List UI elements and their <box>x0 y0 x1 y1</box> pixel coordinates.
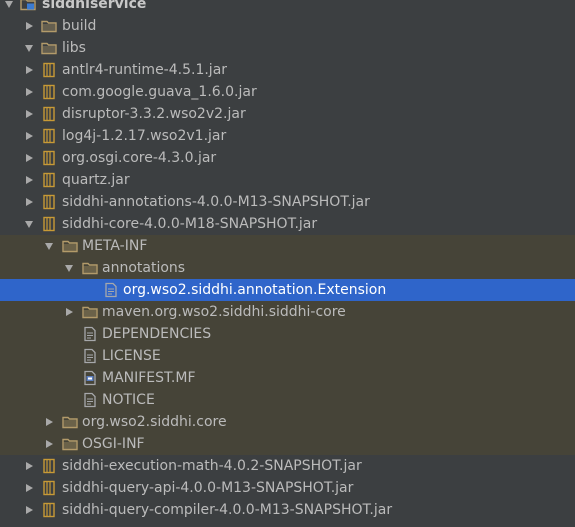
tree-node-label: antlr4-runtime-4.5.1.jar <box>62 62 228 78</box>
tree-node-label: META-INF <box>82 238 148 254</box>
tree-node-label: siddhi-execution-math-4.0.2-SNAPSHOT.jar <box>62 458 362 474</box>
tree-node-org-wso2-siddhi-core[interactable]: org.wso2.siddhi.core <box>0 411 575 433</box>
project-tree[interactable]: siddhiservice build libs antlr4-runtime-4.5… <box>0 0 575 527</box>
tree-node-label: siddhi-core-4.0.0-M18-SNAPSHOT.jar <box>62 216 318 232</box>
expand-arrow-right-icon[interactable] <box>62 301 76 323</box>
jar-icon <box>41 216 57 232</box>
tree-node-label: siddhiservice <box>42 0 147 12</box>
folder-icon <box>82 304 98 320</box>
folder-icon <box>41 18 57 34</box>
tree-node-label: org.osgi.core-4.3.0.jar <box>62 150 217 166</box>
expand-arrow-right-icon[interactable] <box>22 59 36 81</box>
tree-node-org-osgi-core-4-3-0-jar[interactable]: org.osgi.core-4.3.0.jar <box>0 147 575 169</box>
expand-arrow-right-icon[interactable] <box>22 147 36 169</box>
tree-node-libs[interactable]: libs <box>0 37 575 59</box>
folder-icon <box>82 260 98 276</box>
tree-node-siddhi-query-compiler-4-0-0-m13-snapshot-jar[interactable]: siddhi-query-compiler-4.0.0-M13-SNAPSHOT… <box>0 499 575 521</box>
manifest-icon <box>82 370 98 386</box>
jar-icon <box>41 128 57 144</box>
tree-node-label: siddhi-annotations-4.0.0-M13-SNAPSHOT.ja… <box>62 194 370 210</box>
tree-node-label: quartz.jar <box>62 172 130 188</box>
tree-node-siddhi-annotations-4-0-0-m13-snapshot-jar[interactable]: siddhi-annotations-4.0.0-M13-SNAPSHOT.ja… <box>0 191 575 213</box>
file-icon <box>82 326 98 342</box>
tree-node-manifest-mf[interactable]: MANIFEST.MF <box>0 367 575 389</box>
tree-node-label: maven.org.wso2.siddhi.siddhi-core <box>102 304 346 320</box>
tree-node-meta-inf[interactable]: META-INF <box>0 235 575 257</box>
tree-node-annotations[interactable]: annotations <box>0 257 575 279</box>
file-icon <box>82 348 98 364</box>
tree-node-label: annotations <box>102 260 186 276</box>
expand-arrow-down-icon[interactable] <box>22 37 36 59</box>
expand-arrow-right-icon[interactable] <box>42 433 56 455</box>
tree-node-siddhi-core-4-0-0-m18-snapshot-jar[interactable]: siddhi-core-4.0.0-M18-SNAPSHOT.jar <box>0 213 575 235</box>
jar-icon <box>41 62 57 78</box>
module-folder-icon <box>20 0 36 12</box>
jar-icon <box>41 84 57 100</box>
file-icon <box>103 282 119 298</box>
jar-icon <box>41 502 57 518</box>
tree-node-label: log4j-1.2.17.wso2v1.jar <box>62 128 227 144</box>
folder-icon <box>41 40 57 56</box>
tree-node-build[interactable]: build <box>0 15 575 37</box>
tree-node-label: siddhi-query-compiler-4.0.0-M13-SNAPSHOT… <box>62 502 393 518</box>
tree-node-siddhi-query-api-4-0-0-m13-snapshot-jar[interactable]: siddhi-query-api-4.0.0-M13-SNAPSHOT.jar <box>0 477 575 499</box>
tree-node-label: org.wso2.siddhi.core <box>82 414 227 430</box>
expand-arrow-right-icon[interactable] <box>22 191 36 213</box>
folder-icon <box>62 238 78 254</box>
expand-arrow-down-icon[interactable] <box>2 0 16 15</box>
tree-node-label: MANIFEST.MF <box>102 370 196 386</box>
jar-icon <box>41 480 57 496</box>
tree-node-label: disruptor-3.3.2.wso2v2.jar <box>62 106 246 122</box>
expand-arrow-down-icon[interactable] <box>22 213 36 235</box>
tree-node-antlr4-runtime-4-5-1-jar[interactable]: antlr4-runtime-4.5.1.jar <box>0 59 575 81</box>
tree-node-siddhi-execution-math-4-0-2-snapshot-jar[interactable]: siddhi-execution-math-4.0.2-SNAPSHOT.jar <box>0 455 575 477</box>
tree-node-label: build <box>62 18 97 34</box>
tree-node-log4j-1-2-17-wso2v1-jar[interactable]: log4j-1.2.17.wso2v1.jar <box>0 125 575 147</box>
folder-icon <box>62 414 78 430</box>
jar-icon <box>41 458 57 474</box>
tree-node-label: NOTICE <box>102 392 155 408</box>
tree-node-label: DEPENDENCIES <box>102 326 212 342</box>
tree-node-com-google-guava-1-6-0-jar[interactable]: com.google.guava_1.6.0.jar <box>0 81 575 103</box>
expand-arrow-right-icon[interactable] <box>42 411 56 433</box>
tree-node-label: libs <box>62 40 86 56</box>
jar-icon <box>41 194 57 210</box>
expand-arrow-right-icon[interactable] <box>22 15 36 37</box>
jar-icon <box>41 172 57 188</box>
tree-node-label: org.wso2.siddhi.annotation.Extension <box>123 282 387 298</box>
expand-arrow-down-icon[interactable] <box>62 257 76 279</box>
tree-node-maven-org-wso2-siddhi-siddhi-core[interactable]: maven.org.wso2.siddhi.siddhi-core <box>0 301 575 323</box>
tree-node-label: OSGI-INF <box>82 436 145 452</box>
tree-node-license[interactable]: LICENSE <box>0 345 575 367</box>
expand-arrow-right-icon[interactable] <box>22 477 36 499</box>
expand-arrow-right-icon[interactable] <box>22 125 36 147</box>
tree-node-disruptor-3-3-2-wso2v2-jar[interactable]: disruptor-3.3.2.wso2v2.jar <box>0 103 575 125</box>
tree-node-osgi-inf[interactable]: OSGI-INF <box>0 433 575 455</box>
tree-node-siddhiservice[interactable]: siddhiservice <box>0 0 575 15</box>
expand-arrow-right-icon[interactable] <box>22 103 36 125</box>
tree-node-label: LICENSE <box>102 348 161 364</box>
tree-node-label: siddhi-query-api-4.0.0-M13-SNAPSHOT.jar <box>62 480 354 496</box>
tree-node-quartz-jar[interactable]: quartz.jar <box>0 169 575 191</box>
tree-node-org-wso2-siddhi-annotation-extension[interactable]: org.wso2.siddhi.annotation.Extension <box>0 279 575 301</box>
jar-icon <box>41 150 57 166</box>
tree-node-label: com.google.guava_1.6.0.jar <box>62 84 257 100</box>
jar-icon <box>41 106 57 122</box>
tree-node-dependencies[interactable]: DEPENDENCIES <box>0 323 575 345</box>
file-icon <box>82 392 98 408</box>
folder-icon <box>62 436 78 452</box>
expand-arrow-down-icon[interactable] <box>42 235 56 257</box>
expand-arrow-right-icon[interactable] <box>22 81 36 103</box>
expand-arrow-right-icon[interactable] <box>22 169 36 191</box>
expand-arrow-right-icon[interactable] <box>22 455 36 477</box>
tree-node-notice[interactable]: NOTICE <box>0 389 575 411</box>
expand-arrow-right-icon[interactable] <box>22 499 36 521</box>
